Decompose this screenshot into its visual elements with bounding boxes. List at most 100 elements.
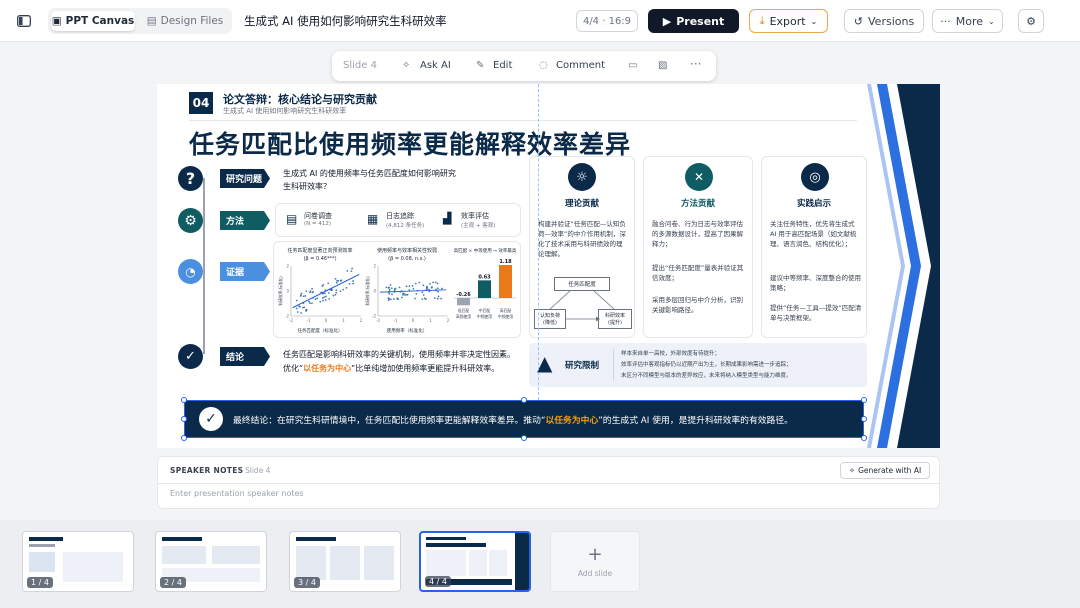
bar-category-label: 高频使用	[456, 314, 471, 319]
slide-filmstrip: 1 / 4 2 / 4 3 / 4 4 / 4 + Add slide	[0, 520, 1080, 608]
scatter-point	[334, 293, 337, 296]
more-options-icon[interactable]: ···	[690, 57, 701, 71]
add-slide-button[interactable]: + Add slide	[550, 531, 640, 592]
scatter-point	[388, 288, 391, 291]
present-button[interactable]: ▶ Present	[648, 9, 739, 33]
page-info: 4/4 · 16:9	[576, 10, 638, 32]
slide-thumbnail-2[interactable]: 2 / 4	[155, 531, 267, 592]
slide-thumbnail-4[interactable]: 4 / 4	[419, 531, 531, 592]
scatter-point	[348, 283, 351, 285]
conclusion-text: 任务匹配是影响科研效率的关键机制，使用频率并非决定性因素。 优化“以任务为中心”…	[283, 350, 515, 373]
target-icon: ◎	[801, 163, 829, 191]
more-button[interactable]: ··· More ⌄	[932, 9, 1003, 33]
scatter-point	[345, 286, 348, 289]
method-contribution-item: 融合问卷、行为日志与效率评估的多源数据设计，提高了因果解释力；	[652, 220, 743, 248]
chart3-bar: -0.26 低匹配高频使用 0.63 中匹配中频使用 1.18 高匹配中频使用	[454, 259, 516, 319]
thumbnail-number: 2 / 4	[160, 577, 186, 588]
resize-handle[interactable]	[861, 416, 867, 422]
scatter-point	[316, 297, 319, 300]
scatter-point	[311, 287, 314, 290]
method-log-sub: (4,812 条任务)	[386, 223, 425, 229]
resize-handle[interactable]	[861, 397, 867, 403]
sidebar-toggle-icon[interactable]	[14, 11, 34, 31]
scatter-point	[303, 306, 306, 309]
scatter-point	[436, 297, 439, 300]
tab-ppt-canvas[interactable]: ▣ PPT Canvas	[51, 11, 135, 31]
bar-value-label: 0.63	[478, 274, 491, 280]
x-tick-label: 1	[342, 318, 345, 323]
chart1-scatter: -2 -1 0 1 2 -2 0 2 科研效率(标准化)	[278, 264, 363, 323]
question-text: 生成式 AI 的使用频率与任务匹配度如何影响研究生科研效率？	[283, 169, 456, 191]
versions-button[interactable]: ↺ Versions	[844, 9, 924, 33]
scatter-point	[433, 297, 436, 300]
limitations-title: 研究限制	[565, 361, 600, 371]
header-divider	[189, 120, 857, 121]
scatter-point	[408, 285, 411, 288]
scatter-point	[434, 281, 437, 284]
y-axis-label: 科研效率(标准化)	[365, 276, 370, 306]
final-conclusion-banner[interactable]: ✓ 最终结论：在研究生科研情境中，任务匹配比使用频率更能解释效率差异。推动“以任…	[184, 400, 864, 438]
x-tick-label: -1	[307, 318, 311, 323]
scatter-point	[389, 298, 392, 301]
resize-handle[interactable]	[181, 416, 187, 422]
layout-icon[interactable]: ▭	[628, 60, 637, 71]
scatter-point	[421, 298, 424, 301]
speaker-notes-input[interactable]: Enter presentation speaker notes	[170, 489, 304, 498]
x-tick-label: -1	[394, 318, 398, 323]
y-tick-label: -2	[372, 314, 376, 319]
tab-design-files[interactable]: ▤ Design Files	[140, 11, 230, 31]
export-icon: ⤓	[759, 14, 765, 27]
method-contribution-item: 采用多层回归与中介分析，识别关键影响路径。	[652, 296, 743, 314]
check-circle-icon: ✓	[178, 344, 203, 369]
scatter-point	[351, 267, 354, 270]
sparkle-icon: ✧	[848, 466, 856, 475]
scatter-point	[414, 297, 417, 300]
x-tick-label: -2	[289, 318, 293, 323]
evidence-card: 任务匹配度显著正向预测效率 (β = 0.46***) -2 -1 0 1 2 -2 0 2 科…	[273, 241, 521, 338]
slide-thumbnail-3[interactable]: 3 / 4	[289, 531, 401, 592]
resize-handle[interactable]	[181, 397, 187, 403]
slide-thumbnail-1[interactable]: 1 / 4	[22, 531, 134, 592]
scatter-point	[335, 281, 338, 284]
comment-button[interactable]: Comment	[556, 60, 605, 71]
x-tick-label: 2	[360, 318, 363, 323]
edit-button[interactable]: Edit	[493, 60, 512, 71]
scatter-point	[411, 284, 414, 287]
ask-ai-button[interactable]: Ask AI	[420, 60, 451, 71]
chart1-title: 任务匹配度显著正向预测效率	[287, 248, 353, 254]
export-button[interactable]: ⤓ Export ⌄	[749, 9, 828, 33]
resize-handle[interactable]	[181, 435, 187, 441]
scatter-point	[405, 285, 408, 288]
practice-item: 关注任务特性，优先将生成式 AI 用于高匹配场景（如文献梳理、语言润色、结构优化…	[770, 220, 857, 248]
image-icon[interactable]: ▨	[658, 60, 667, 71]
x-tick-label: 1	[429, 318, 432, 323]
bar-value-label: -0.26	[456, 292, 471, 298]
scatter-point	[422, 284, 425, 287]
resize-handle[interactable]	[521, 435, 527, 441]
method-eval-title: 效率评估	[461, 212, 489, 220]
question-icon: ?	[178, 166, 203, 191]
diagram-node-task-fit: 任务匹配度	[554, 277, 610, 291]
chevron-down-icon: ⌄	[810, 16, 818, 26]
resize-handle[interactable]	[861, 435, 867, 441]
scatter-point	[327, 292, 330, 294]
scatter-point	[311, 302, 313, 305]
thumbnail-number: 1 / 4	[27, 577, 53, 588]
scatter-point	[418, 281, 421, 284]
scatter-point	[342, 288, 345, 291]
y-tick-label: -2	[285, 314, 289, 319]
document-title[interactable]: 生成式 AI 使用如何影响研究生科研效率	[244, 13, 447, 29]
theory-text: 构建并验证“任务匹配—认知负荷—效率”的中介作用机制，深化了技术采用与科研绩效的…	[538, 220, 626, 258]
thumbnail-number: 4 / 4	[425, 576, 451, 587]
resize-handle[interactable]	[521, 397, 527, 403]
chevron-down-icon: ⌄	[988, 16, 995, 26]
scatter-point	[437, 295, 440, 298]
scatter-point	[300, 312, 303, 314]
slide-decor-chevron	[867, 84, 940, 448]
bar-category-label: 中匹配	[479, 308, 491, 313]
generate-ai-button[interactable]: ✧ Generate with AI	[840, 462, 930, 479]
settings-gear-icon[interactable]: ⚙	[1018, 9, 1044, 33]
slide-canvas[interactable]: 04 论文答辩：核心结论与研究贡献 生成式 AI 使用如何影响研究生科研效率 任…	[157, 84, 940, 448]
tools-icon: ✕	[685, 163, 713, 191]
chart2-beta: (β = 0.08, n.s.)	[388, 256, 426, 262]
